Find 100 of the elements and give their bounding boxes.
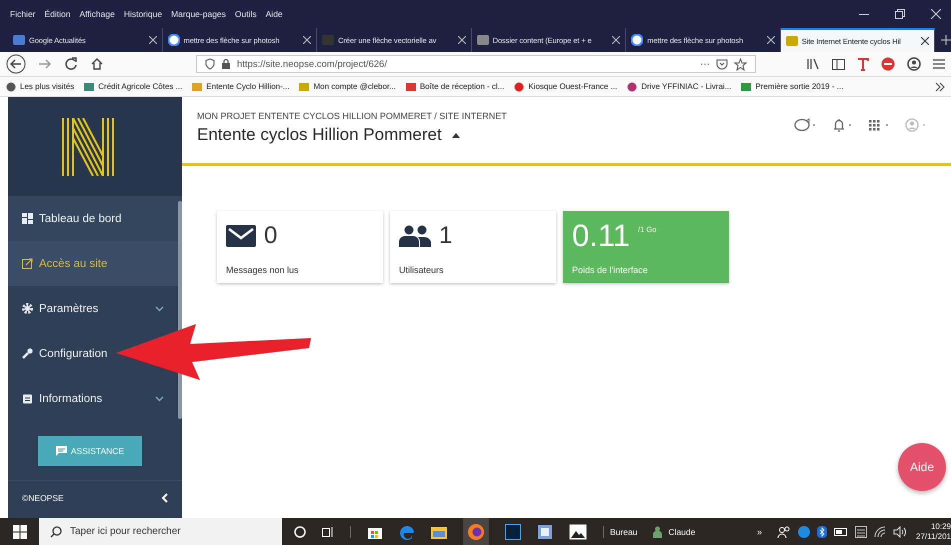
close-icon[interactable] [921,37,930,45]
cortana-icon[interactable] [294,526,306,538]
chevron-down-icon [155,396,164,402]
plus-icon[interactable] [941,35,951,45]
volume-icon[interactable] [893,526,907,538]
site-icon [13,34,25,46]
star-icon[interactable] [734,58,747,70]
address-field[interactable]: https://site.neopse.com/project/626/ ··· [196,55,756,73]
forward-icon[interactable] [38,57,52,71]
bookmark[interactable]: Mon compte @clebor... [299,82,396,92]
bell-icon[interactable] [831,118,853,132]
restore-icon[interactable] [895,9,905,19]
more-button[interactable]: » [756,526,762,536]
bookmark-icon [741,82,752,92]
site-icon [786,35,798,47]
bookmark-icon [514,82,524,92]
wifi-icon[interactable] [874,526,886,538]
site-icon [168,34,180,46]
windows-icon[interactable] [13,524,27,538]
close-icon[interactable] [303,36,312,44]
breadcrumb: MON PROJET ENTENTE CYCLOS HILLION POMMERET / SITE INTERNET [197,111,507,121]
document-icon[interactable] [537,524,553,540]
sidebar-item[interactable]: Tableau de bord [8,196,182,241]
site-icon [476,34,489,46]
envelope-icon [226,225,256,247]
bookmark[interactable]: Entente Cyclo Hillion-... [192,82,290,92]
pocket-icon[interactable] [716,58,728,70]
bookmark-icon [84,82,94,92]
menu-item[interactable]: Fichier [10,9,36,19]
stat-value: 0.11 [572,218,630,254]
users-icon [399,225,431,247]
bluetooth-icon[interactable] [817,526,827,538]
menu-item-icon [22,303,33,314]
sidebar-item[interactable]: Configuration [8,331,112,376]
home-icon[interactable] [90,57,104,71]
apps-icon[interactable] [867,118,891,132]
close-icon[interactable] [148,36,157,44]
menu-item-icon [22,393,33,404]
account-icon[interactable] [907,57,921,71]
help-button[interactable]: Aide [898,443,946,491]
menu-icon[interactable] [933,59,945,69]
close-icon[interactable] [458,36,466,44]
shield-icon [205,58,215,70]
lock-icon [221,58,231,70]
task-view-icon[interactable] [322,526,334,538]
close-icon[interactable] [612,36,620,44]
stat-label: Poids de l'interface [572,265,649,275]
clock[interactable]: 10:29 27/11/201 [916,522,951,542]
chevron-down-icon [155,306,164,312]
back-icon[interactable] [6,54,26,74]
menu-item[interactable]: Édition [44,9,71,19]
stat-value: 1 [439,222,452,250]
menu-item-icon [22,213,33,224]
menu-item[interactable]: Affichage [80,9,115,19]
bookmark[interactable]: Boîte de réception - cl... [406,82,504,92]
reload-icon[interactable] [64,57,78,71]
more-actions[interactable]: ··· [700,58,710,70]
bookmark[interactable]: Kiosque Ouest-France ... [514,82,618,92]
search-field[interactable]: Taper ici pour rechercher [39,518,282,545]
bookmark[interactable]: Crédit Agricole Côtes ... [84,82,182,92]
extension-icon[interactable] [857,57,869,71]
photos-icon[interactable] [569,524,587,540]
menu-item[interactable]: Marque-pages [171,9,226,19]
chat-icon [56,446,67,456]
bookmark-icon [299,82,310,92]
chevron-icon[interactable] [935,82,945,92]
sidebar-icon[interactable] [832,58,845,70]
site-icon [631,34,644,46]
user-name[interactable]: Claude [668,526,696,536]
bookmark-icon [6,82,16,92]
edge-icon[interactable] [399,524,415,540]
people-icon[interactable] [777,526,791,538]
menu-item-icon [22,258,33,269]
bookmark-icon [406,82,416,92]
bookmark[interactable]: Drive YFFINIAC - Livrai... [627,82,732,92]
bookmark[interactable]: Première sortie 2019 - ... [741,82,844,92]
logo-icon [61,118,115,176]
project-title: Entente cyclos Hillion Pommeret [197,125,442,145]
stat-value: 0 [264,222,278,250]
sidebar-item[interactable]: Informations [8,376,182,421]
menu-item[interactable]: Historique [124,9,162,19]
folder-icon[interactable] [431,524,447,538]
stat-label: Messages non lus [226,265,300,275]
menu-item[interactable]: Aide [266,9,283,19]
keyboard-icon[interactable] [855,526,867,538]
sidebar-item[interactable]: Paramètres [8,286,182,331]
bookmark-icon [627,82,638,92]
piggy-bank-icon[interactable] [793,118,817,132]
collapse-icon[interactable] [161,493,168,503]
caret-icon[interactable] [452,132,460,138]
person-icon [653,526,662,538]
adblock-icon[interactable] [881,57,895,71]
bookmark[interactable]: Les plus visités [6,82,74,92]
search-icon [50,526,62,538]
toolbar-label[interactable]: Bureau [610,526,638,536]
close-icon[interactable] [766,36,775,44]
menu-item[interactable]: Outils [234,9,257,19]
library-icon[interactable] [806,58,820,70]
copyright-text: ©NEOPSE [22,493,64,503]
battery-icon[interactable] [834,528,848,536]
